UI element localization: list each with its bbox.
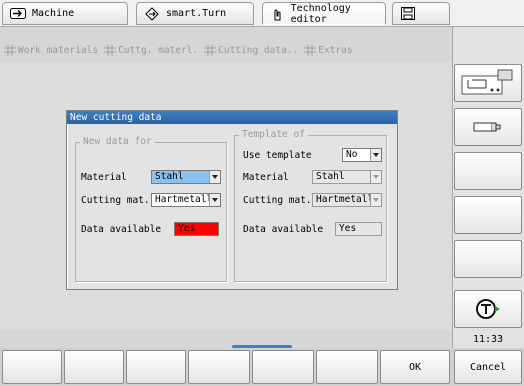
menu-cutting-data-label: Cutting data.. [218,44,299,56]
dialog-title: New cutting data [67,111,397,124]
cutting-mat-value: Hartmetall [155,194,213,205]
softkey-blank-3[interactable] [454,240,522,278]
softkey-bottom-5[interactable] [252,350,314,384]
tab-technology-editor-label: Technology editor [290,2,351,25]
softkey-bottom-4[interactable] [188,350,250,384]
menu-work-materials[interactable]: Work materials [4,44,99,56]
template-cutting-mat-label: Cutting mat. [243,195,312,206]
template-group: Template of Use template No Material Sta… [234,129,387,282]
grid-icon [4,44,16,56]
tab-machine[interactable]: Machine [2,2,128,25]
cutting-mat-label: Cutting mat. [81,195,150,206]
material-value: Stahl [155,171,184,182]
tab-machine-label: Machine [32,8,75,19]
machine-layout-icon [461,69,513,95]
chevron-down-icon[interactable] [209,171,220,183]
softkey-bottom-3[interactable] [126,350,186,384]
chevron-down-icon[interactable] [209,194,220,206]
template-material-select: Stahl [312,170,382,184]
template-data-available-field: Yes [335,222,382,236]
template-cutting-mat-select: Hartmetall [312,193,382,207]
menu-extras-label: Extras [318,44,353,56]
chevron-down-icon [370,194,381,206]
hand-pointer-icon [269,7,286,21]
new-data-group: New data for Material Stahl Cutting mat.… [75,136,227,282]
material-select[interactable]: Stahl [151,170,221,184]
softkey-blank-1[interactable] [454,152,522,190]
template-cutting-mat-value: Hartmetall [316,194,374,205]
arrow-right-icon [9,7,27,21]
chevron-down-icon [370,171,381,183]
menu-cuttg-materl-label: Cuttg. materl. [118,44,199,56]
cutting-mat-select[interactable]: Hartmetall [151,193,221,207]
template-data-available-label: Data available [243,224,324,235]
machine-layout-softkey[interactable] [454,64,522,102]
chevron-down-icon[interactable] [370,149,381,161]
softkey-blank-2[interactable] [454,196,522,234]
template-group-label: Template of [239,129,308,140]
tab-save[interactable] [392,2,450,25]
softkey-bottom-1[interactable] [2,350,62,384]
grid-icon [104,44,117,56]
new-cutting-data-dialog: New cutting data New data for Material S… [66,110,398,290]
grid-icon [304,44,317,56]
menu-cutting-data[interactable]: Cutting data.. [204,44,299,56]
data-available-value-field: Yes [174,222,219,236]
use-template-value: No [346,149,358,160]
use-template-label: Use template [243,150,312,161]
softkey-bottom-6[interactable] [316,350,378,384]
template-material-value: Stahl [316,171,345,182]
tool-holder-icon [473,122,501,132]
diamond-arrows-icon [143,6,161,21]
menu-extras[interactable]: Extras [304,44,353,56]
softkey-bottom-2[interactable] [64,350,124,384]
new-data-group-label: New data for [80,136,155,147]
tab-technology-editor[interactable]: Technology editor [262,2,386,25]
technology-softkey[interactable] [454,290,522,328]
tab-smart-turn[interactable]: smart.Turn [136,2,254,25]
ok-button[interactable]: OK [380,350,450,384]
tool-holder-softkey[interactable] [454,108,522,146]
menu-cuttg-materl[interactable]: Cuttg. materl. [104,44,199,56]
use-template-select[interactable]: No [342,148,382,162]
page-indicator [232,345,292,348]
clock: 11:33 [472,334,504,345]
menu-work-materials-label: Work materials [18,44,99,56]
save-icon [399,7,417,21]
t-circle-icon [476,299,500,319]
material-label: Material [81,172,127,183]
top-tab-bar: Machine smart.Turn Technology editor [0,0,524,27]
menu-bar: Work materials Cuttg. materl. Cutting da… [0,41,452,59]
template-material-label: Material [243,172,289,183]
data-available-label: Data available [81,224,162,235]
cancel-button[interactable]: Cancel [454,350,522,384]
tab-smart-turn-label: smart.Turn [166,8,227,19]
grid-icon [204,44,217,56]
template-data-available-value: Yes [339,223,357,234]
data-available-value: Yes [178,223,196,234]
